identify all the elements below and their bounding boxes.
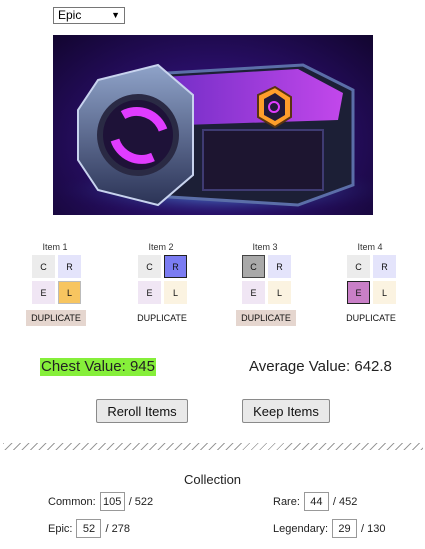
- collection-legendary-label: Legendary:: [273, 522, 329, 535]
- item-1-epic-button[interactable]: E: [32, 281, 55, 304]
- item-4-rare-button[interactable]: R: [373, 255, 396, 278]
- collection-rare-input[interactable]: 44: [303, 492, 329, 511]
- collection-epic: Epic: 52 / 278: [48, 519, 130, 538]
- item-1: Item 1 C R E L DUPLICATE: [22, 241, 88, 326]
- loot-chest-image: [53, 35, 373, 215]
- item-2-duplicate-label: DUPLICATE: [137, 313, 187, 323]
- item-4-legendary-button[interactable]: L: [373, 281, 396, 304]
- collection-rare-total: / 452: [332, 495, 358, 508]
- item-title: Item 4: [357, 242, 383, 252]
- collection-legendary-input[interactable]: 29: [332, 519, 358, 538]
- item-1-legendary-button[interactable]: L: [58, 281, 81, 304]
- item-1-rare-button[interactable]: R: [58, 255, 81, 278]
- item-4-common-button[interactable]: C: [347, 255, 370, 278]
- item-2-common-button[interactable]: C: [138, 255, 161, 278]
- item-1-common-button[interactable]: C: [32, 255, 55, 278]
- collection-legendary: Legendary: 29 / 130: [273, 519, 386, 538]
- collection-common-label: Common:: [48, 495, 96, 508]
- collection-common-input[interactable]: 105: [99, 492, 125, 511]
- collection-common: Common: 105 / 522: [48, 492, 153, 511]
- chest-value: Chest Value: 945: [40, 358, 156, 376]
- item-2: Item 2 C R E L DUPLICATE: [128, 241, 194, 326]
- item-2-epic-button[interactable]: E: [138, 281, 161, 304]
- item-3-common-button[interactable]: C: [242, 255, 265, 278]
- reroll-items-button[interactable]: Reroll Items: [96, 399, 188, 423]
- collection-rare-label: Rare:: [273, 495, 300, 508]
- item-4: Item 4 C R E L DUPLICATE: [337, 241, 403, 326]
- item-4-duplicate-label: DUPLICATE: [346, 313, 396, 323]
- item-2-rare-button[interactable]: R: [164, 255, 187, 278]
- collection-epic-total: / 278: [105, 522, 130, 535]
- collection-epic-input[interactable]: 52: [76, 519, 102, 538]
- item-title: Item 2: [148, 242, 174, 252]
- item-1-duplicate-label: DUPLICATE: [26, 310, 86, 326]
- item-4-epic-button[interactable]: E: [347, 281, 370, 304]
- item-3-duplicate-label: DUPLICATE: [236, 310, 296, 326]
- keep-items-button[interactable]: Keep Items: [242, 399, 330, 423]
- item-3-rare-button[interactable]: R: [268, 255, 291, 278]
- item-3-epic-button[interactable]: E: [242, 281, 265, 304]
- collection-common-total: / 522: [128, 495, 154, 508]
- average-value: Average Value: 642.8: [249, 358, 392, 375]
- collection-epic-label: Epic:: [48, 522, 73, 535]
- rarity-select-value: Epic: [58, 8, 82, 22]
- item-3: Item 3 C R E L DUPLICATE: [232, 241, 298, 326]
- rarity-select[interactable]: Epic ▼: [53, 7, 125, 24]
- item-title: Item 1: [42, 242, 68, 252]
- collection-title: Collection: [183, 472, 242, 487]
- chevron-down-icon: ▼: [111, 10, 120, 20]
- divider: [3, 443, 423, 450]
- item-title: Item 3: [252, 242, 278, 252]
- item-3-legendary-button[interactable]: L: [268, 281, 291, 304]
- collection-legendary-total: / 130: [361, 522, 386, 535]
- item-2-legendary-button[interactable]: L: [164, 281, 187, 304]
- collection-rare: Rare: 44 / 452: [273, 492, 357, 511]
